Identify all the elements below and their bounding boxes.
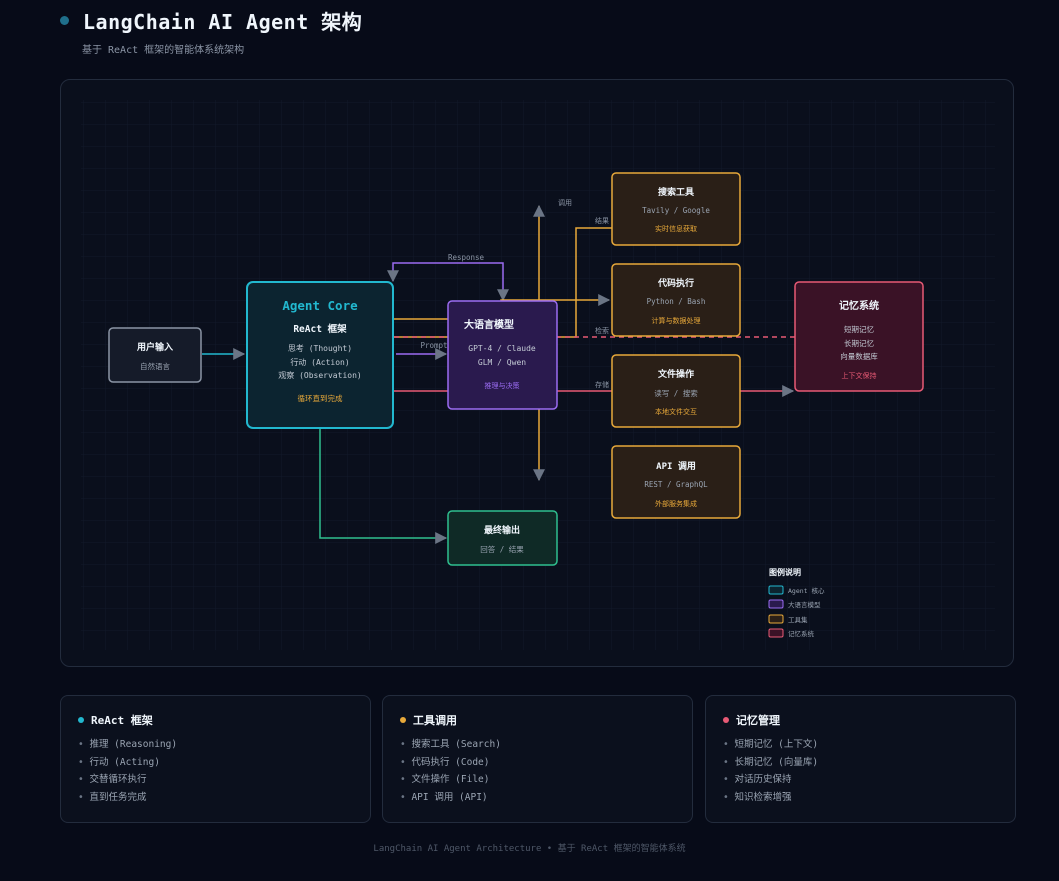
final-output-title: 最终输出 [484,524,520,536]
label-response: Response [448,253,485,262]
node-tool-search: 搜索工具 Tavily / Google 实时信息获取 [611,172,741,246]
legend-swatch-llm [768,599,784,609]
llm-note: 推理与决策 [485,381,520,390]
tool-title: 文件操作 [657,368,694,380]
node-agent-core: Agent Core ReAct 框架 思考 (Thought) 行动 (Act… [246,281,394,429]
memory-line: 向量数据库 [840,351,878,361]
memory-note: 上下文保持 [842,371,877,380]
node-tool-file: 文件操作 读写 / 搜索 本地文件交互 [611,354,741,428]
llm-title: 大语言模型 [464,318,514,331]
legend-label: 记忆系统 [788,629,815,638]
agent-core-note: 循环直到完成 [298,393,343,403]
card-title-text: 记忆管理 [736,714,780,727]
label-store: 存储 [595,380,609,389]
agent-core-title: Agent Core [282,298,358,313]
list-item: 交替循环执行 [78,771,177,789]
list-item: 行动 (Acting) [78,754,177,772]
card-list: 推理 (Reasoning) 行动 (Acting) 交替循环执行 直到任务完成 [78,736,177,806]
tool-note: 计算与数据处理 [652,316,701,325]
architecture-diagram: Response Prompt 调用 结果 检索 存储 用户输入 自然语言 Ag… [60,79,1014,667]
node-tool-api: API 调用 REST / GraphQL 外部服务集成 [611,445,741,519]
final-output-subtitle: 回答 / 结果 [480,544,524,554]
card-title: 记忆管理 [723,712,780,728]
memory-line: 长期记忆 [844,338,874,348]
dot-icon [723,717,729,723]
node-user-input: 用户输入 自然语言 [108,327,202,383]
page-footer: LangChain AI Agent Architecture • 基于 ReA… [373,844,686,854]
agent-core-line: 思考 (Thought) [288,344,352,353]
tool-title: API 调用 [656,460,696,472]
title-dot-icon [60,16,69,25]
card-memory: 记忆管理 短期记忆 (上下文) 长期记忆 (向量库) 对话历史保持 知识检索增强 [705,695,1016,823]
page-header: LangChain AI Agent 架构 基于 ReAct 框架的智能体系统架… [60,6,362,56]
card-title: 工具调用 [400,712,457,728]
agent-core-line: 行动 (Action) [290,357,349,367]
tool-note: 本地文件交互 [655,407,697,416]
node-llm: 大语言模型 GPT-4 / Claude GLM / Qwen 推理与决策 [447,300,558,410]
label-prompt: Prompt [420,341,447,350]
llm-line: GLM / Qwen [478,358,526,367]
list-item: 文件操作 (File) [400,771,501,789]
legend-title: 图例说明 [769,567,801,577]
node-final-output: 最终输出 回答 / 结果 [447,510,558,566]
list-item: 短期记忆 (上下文) [723,736,818,754]
page-title: LangChain AI Agent 架构 [83,10,363,34]
dot-icon [400,717,406,723]
legend-swatch-agent [768,585,784,595]
legend-label: Agent 核心 [788,586,825,595]
label-call: 调用 [558,198,572,207]
card-title: ReAct 框架 [78,712,153,728]
tool-note: 外部服务集成 [655,499,697,508]
agent-core-framework: ReAct 框架 [293,323,347,335]
list-item: 长期记忆 (向量库) [723,754,818,772]
page-subtitle: 基于 ReAct 框架的智能体系统架构 [82,45,245,56]
legend-swatch-tool [768,614,784,624]
node-memory: 记忆系统 短期记忆 长期记忆 向量数据库 上下文保持 [794,281,924,392]
list-item: 知识检索增强 [723,789,818,807]
card-title-text: ReAct 框架 [91,714,153,727]
list-item: 搜索工具 (Search) [400,736,500,754]
list-item: 对话历史保持 [723,771,818,789]
legend-label: 大语言模型 [788,600,821,609]
user-input-subtitle: 自然语言 [140,361,170,371]
card-tools: 工具调用 搜索工具 (Search) 代码执行 (Code) 文件操作 (Fil… [382,695,693,823]
user-input-title: 用户输入 [136,341,173,353]
memory-title: 记忆系统 [839,299,879,312]
legend-swatch-memory [768,628,784,638]
dot-icon [78,717,84,723]
card-title-text: 工具调用 [413,714,457,727]
list-item: 代码执行 (Code) [400,754,501,772]
agent-core-line: 观察 (Observation) [278,370,361,380]
list-item: 直到任务完成 [78,789,177,807]
list-item: API 调用 (API) [400,789,501,807]
info-cards: ReAct 框架 推理 (Reasoning) 行动 (Acting) 交替循环… [60,695,1016,823]
memory-line: 短期记忆 [844,324,874,334]
tool-subtitle: Tavily / Google [642,206,710,215]
tool-title: 代码执行 [657,277,694,289]
card-react: ReAct 框架 推理 (Reasoning) 行动 (Acting) 交替循环… [60,695,371,823]
legend-label: 工具集 [788,615,808,624]
llm-line: GPT-4 / Claude [468,344,536,353]
node-tool-code: 代码执行 Python / Bash 计算与数据处理 [611,263,741,337]
card-list: 搜索工具 (Search) 代码执行 (Code) 文件操作 (File) AP… [400,736,501,807]
card-list: 短期记忆 (上下文) 长期记忆 (向量库) 对话历史保持 知识检索增强 [723,736,818,806]
tool-subtitle: 读写 / 搜索 [654,388,698,398]
label-result: 结果 [595,216,609,225]
tool-subtitle: Python / Bash [647,297,706,306]
list-item: 推理 (Reasoning) [78,736,177,754]
tool-note: 实时信息获取 [655,224,697,233]
tool-title: 搜索工具 [658,186,694,198]
label-retrieve: 检索 [595,326,609,335]
tool-subtitle: REST / GraphQL [644,480,708,489]
